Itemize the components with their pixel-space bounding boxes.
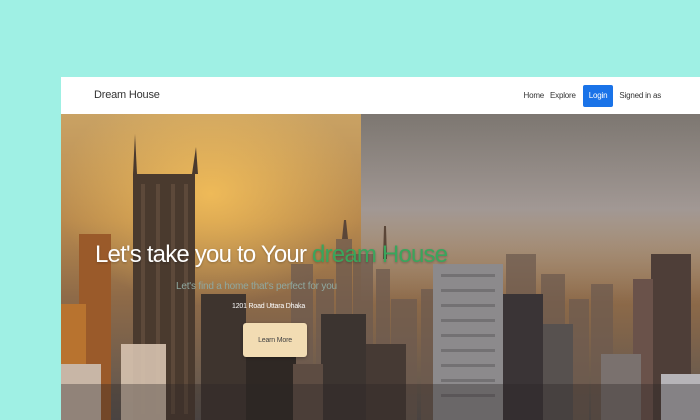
learn-more-button[interactable]: Learn More xyxy=(243,323,307,357)
signed-in-text: Signed in as xyxy=(619,91,661,100)
hero-headline: Let's take you to Your dream House xyxy=(95,241,448,269)
nav-links: Home Explore Login Signed in as xyxy=(523,84,661,107)
nav-home-link[interactable]: Home xyxy=(523,91,546,100)
brand-logo-link[interactable]: Dream House xyxy=(94,89,160,101)
nav-explore-link[interactable]: Explore xyxy=(549,91,577,100)
navbar: Dream House Home Explore Login Signed in… xyxy=(61,77,700,114)
hero-tagline: Let's find a home that's perfect for you xyxy=(176,281,337,292)
hero-section: Let's take you to Your dream House Let's… xyxy=(61,114,700,420)
login-button[interactable]: Login xyxy=(582,84,614,107)
hero-address: 1201 Road Uttara Dhaka xyxy=(232,303,306,310)
hero-headline-prefix: Let's take you to Your xyxy=(95,241,313,268)
hero-headline-accent: dream House xyxy=(312,241,448,268)
hero-heading-wrap: Let's take you to Your dream House xyxy=(95,241,448,269)
browser-viewport: Dream House Home Explore Login Signed in… xyxy=(61,77,700,420)
